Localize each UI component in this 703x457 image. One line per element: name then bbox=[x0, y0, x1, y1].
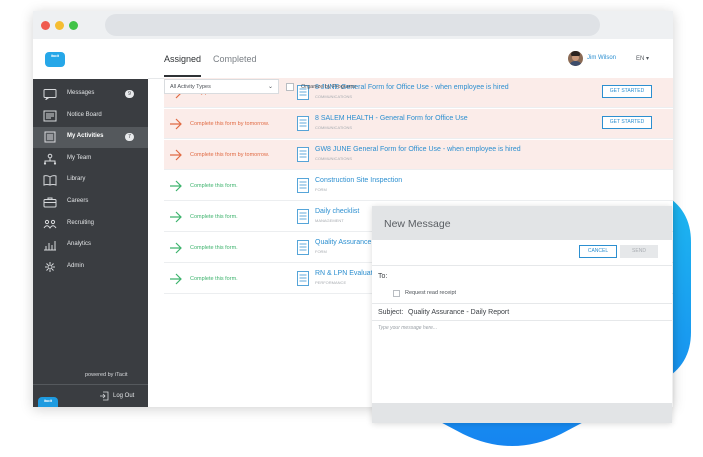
subject-label: Subject: bbox=[378, 309, 404, 316]
screenshot-stage: itacit Messages 9 Notice Board My Activitie… bbox=[0, 0, 703, 457]
activity-type-value: All Activity Types bbox=[170, 84, 211, 90]
activity-row[interactable]: Complete this form. Construction Site Ins… bbox=[164, 171, 673, 201]
activity-title-link[interactable]: Construction Site Inspection bbox=[315, 177, 402, 184]
message-body-input[interactable]: Type your message here... bbox=[378, 325, 666, 400]
activity-title-link[interactable]: Quality Assurance bbox=[315, 239, 371, 246]
arrow-right-icon bbox=[170, 273, 182, 285]
dialog-actions: CANCEL SEND bbox=[372, 240, 672, 266]
new-message-dialog: New Message CANCEL SEND To: Request read… bbox=[372, 206, 672, 423]
activity-category: COMMUNICATIONS bbox=[315, 125, 353, 130]
subject-field[interactable]: Quality Assurance - Daily Report bbox=[408, 309, 509, 316]
form-document-icon bbox=[297, 209, 309, 224]
arrow-right-icon bbox=[170, 149, 182, 161]
to-field-label[interactable]: To: bbox=[378, 273, 387, 280]
activity-row[interactable]: Complete this form by tomorrow. GW8 JUNE … bbox=[164, 140, 673, 170]
activity-category: FORM bbox=[315, 249, 327, 254]
close-window-button[interactable] bbox=[41, 21, 50, 30]
activity-title-link[interactable]: 8 SALEM HEALTH - General Form for Office… bbox=[315, 115, 468, 122]
get-started-button[interactable]: GET STARTED bbox=[602, 116, 652, 129]
activity-type-select[interactable]: All Activity Types ⌄ bbox=[164, 79, 279, 94]
divider bbox=[372, 320, 672, 321]
divider bbox=[372, 303, 672, 304]
arrow-right-icon bbox=[170, 180, 182, 192]
dialog-header: New Message bbox=[372, 206, 672, 240]
form-document-icon bbox=[297, 178, 309, 193]
form-document-icon bbox=[297, 147, 309, 162]
address-bar[interactable] bbox=[105, 14, 600, 36]
activity-category: COMMUNICATIONS bbox=[315, 156, 353, 161]
activity-row[interactable]: Complete this form by tomorrow. 8 SALEM H… bbox=[164, 109, 673, 139]
dialog-title: New Message bbox=[384, 218, 451, 230]
form-document-icon bbox=[297, 240, 309, 255]
activity-status: Complete this form. bbox=[190, 183, 238, 189]
cancel-button[interactable]: CANCEL bbox=[579, 245, 617, 258]
get-started-button[interactable]: GET STARTED bbox=[602, 85, 652, 98]
activity-category: MANAGEMENT bbox=[315, 218, 344, 223]
activity-category: COMMUNICATIONS bbox=[315, 94, 353, 99]
activity-status: Complete this form. bbox=[190, 214, 238, 220]
arrow-right-icon bbox=[170, 118, 182, 130]
activity-category: FORM bbox=[315, 187, 327, 192]
minimize-window-button[interactable] bbox=[55, 21, 64, 30]
send-button[interactable]: SEND bbox=[620, 245, 658, 258]
organize-by-programs-checkbox[interactable] bbox=[286, 83, 294, 91]
read-receipt-checkbox[interactable] bbox=[393, 290, 400, 297]
arrow-right-icon bbox=[170, 211, 182, 223]
activity-status: Complete this form. bbox=[190, 276, 238, 282]
form-document-icon bbox=[297, 271, 309, 286]
activity-title-link[interactable]: Daily checklist bbox=[315, 208, 359, 215]
arrow-right-icon bbox=[170, 242, 182, 254]
activity-status: Complete this form by tomorrow. bbox=[190, 121, 270, 127]
browser-titlebar bbox=[33, 11, 673, 39]
chevron-down-icon: ⌄ bbox=[267, 84, 273, 90]
activity-status: Complete this form by tomorrow. bbox=[190, 152, 270, 158]
maximize-window-button[interactable] bbox=[69, 21, 78, 30]
activity-category: PERFORMANCE bbox=[315, 280, 347, 285]
read-receipt-label: Request read receipt bbox=[405, 290, 457, 296]
activity-title-link[interactable]: GW8 JUNE General Form for Office Use - w… bbox=[315, 146, 521, 153]
dialog-footer bbox=[372, 403, 672, 423]
form-document-icon bbox=[297, 116, 309, 131]
activity-status: Complete this form. bbox=[190, 245, 238, 251]
organize-by-programs-label: Organize by Programs bbox=[301, 84, 357, 90]
